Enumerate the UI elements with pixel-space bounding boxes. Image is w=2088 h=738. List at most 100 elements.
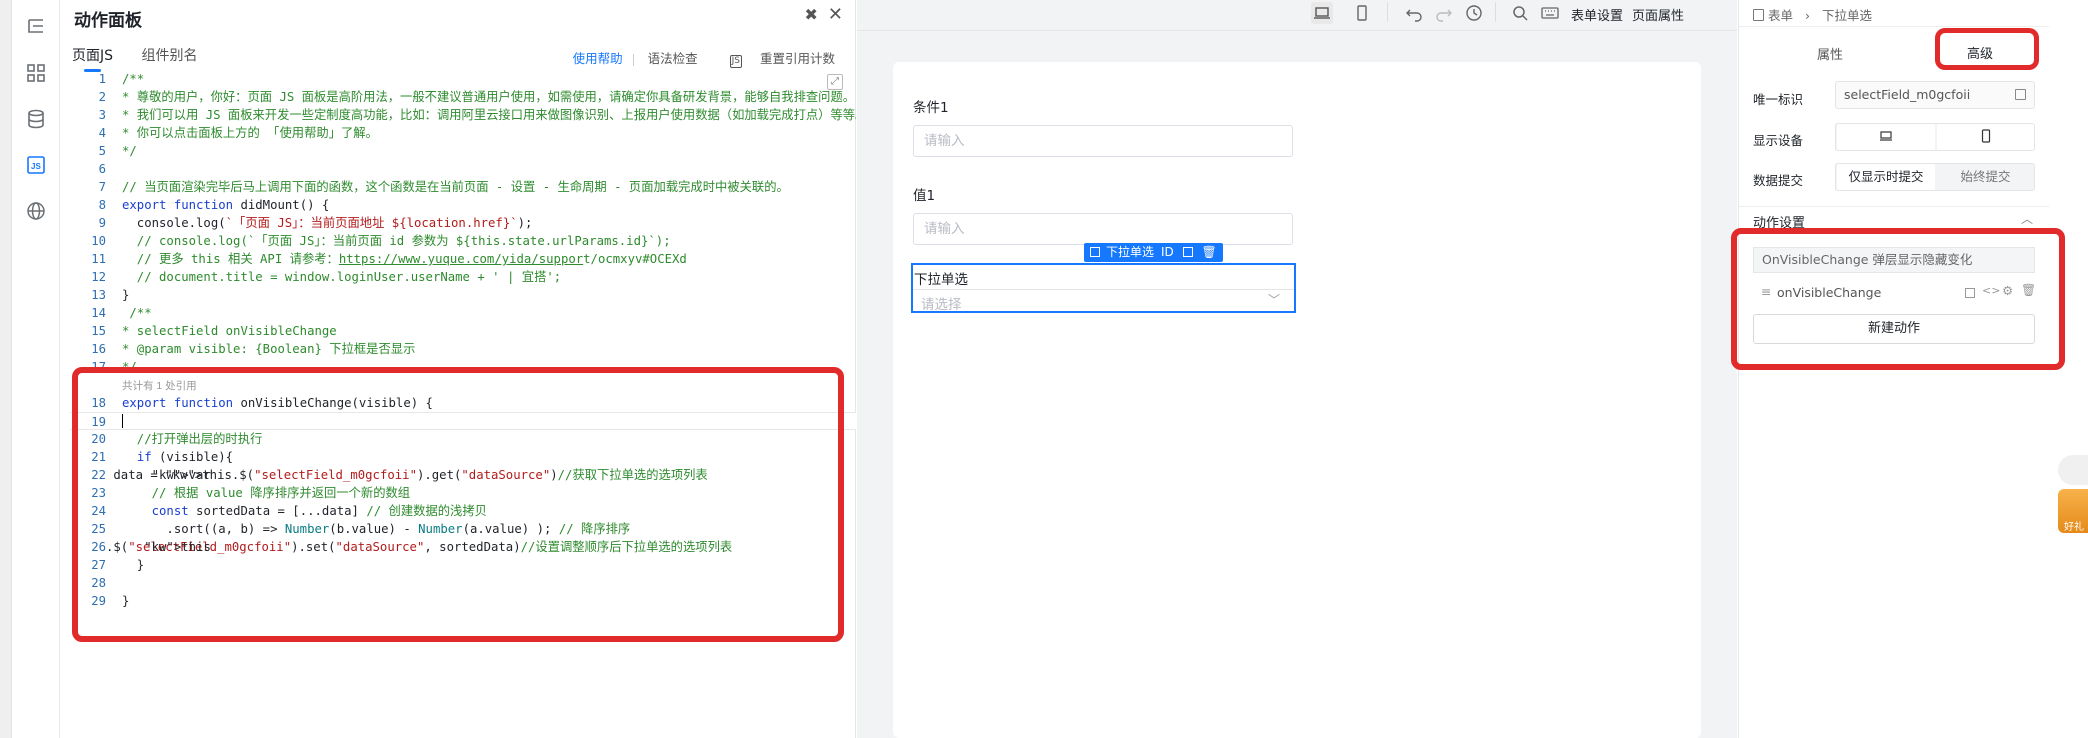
code-line[interactable]: 10 // console.log(`「页面 JS」：当前页面 id 参数为 $… <box>70 232 856 250</box>
copy-id-icon[interactable] <box>2015 89 2026 100</box>
history-icon[interactable] <box>1463 2 1485 28</box>
code-line[interactable]: 26 "kw">this .$("selectField_m0gcfoii").s… <box>70 538 856 556</box>
line-number: 9 <box>98 216 106 230</box>
new-action-button[interactable]: 新建动作 <box>1753 314 2035 344</box>
code-line[interactable]: 5 */ <box>70 142 856 160</box>
code-line[interactable]: 15 * selectField onVisibleChange <box>70 322 856 340</box>
code-line[interactable]: 17 */ <box>70 358 856 376</box>
syntax-check-link[interactable]: 语法检查 <box>648 51 698 66</box>
code-line[interactable]: 28 <box>70 574 856 592</box>
undo-icon[interactable] <box>1403 2 1425 28</box>
code-line[interactable]: 27 } <box>70 556 856 574</box>
code-line[interactable]: 1 /** <box>70 70 856 88</box>
handler-name[interactable]: onVisibleChange <box>1777 285 1881 300</box>
tab-page-js[interactable]: 页面JS <box>72 45 113 72</box>
close-icon[interactable]: ✕ <box>828 4 843 25</box>
code-line[interactable]: 23 // 根据 value 降序排序并返回一个新的数组 <box>70 484 856 502</box>
code-text: //打开弹出层的时执行 <box>122 432 263 446</box>
component-type-tag[interactable]: 下拉单选 <box>1084 243 1161 262</box>
breadcrumb-form[interactable]: 表单 <box>1768 8 1793 23</box>
help-link[interactable]: 使用帮助 <box>573 51 623 66</box>
field-label-value1: 值1 <box>913 188 936 204</box>
code-line[interactable]: 3 * 我们可以用 JS 面板来开发一些定制度高功能，比如：调用阿里云接口用来做图… <box>70 106 856 124</box>
code-line[interactable]: 2 * 尊敬的用户，你好：页面 JS 面板是高阶用法，一般不建议普通用户使用，如需… <box>70 88 856 106</box>
search-icon[interactable] <box>1509 2 1531 28</box>
outline-tree-icon[interactable] <box>25 16 47 38</box>
delete-handler-icon[interactable]: 🗑 <box>2021 283 2036 297</box>
value1-input[interactable]: 请输入 <box>913 213 1293 245</box>
code-text: // 根据 value 降序排序并返回一个新的数组 <box>122 486 411 500</box>
code-text: const sortedData = [...data] // 创建数据的浅拷贝 <box>151 504 487 518</box>
tab-properties[interactable]: 属性 <box>1817 44 1843 63</box>
divider <box>913 289 1294 290</box>
code-line[interactable]: 16 * @param visible: {Boolean} 下拉框是否显示 <box>70 340 856 358</box>
device-mobile-option[interactable] <box>1937 124 2034 150</box>
code-line[interactable]: 9 console.log(`「页面 JS」：当前页面地址 ${location… <box>70 214 856 232</box>
submit-when-visible-option[interactable]: 仅显示时提交 <box>1837 164 1935 190</box>
unique-id-field[interactable]: selectField_m0gcfoii <box>1835 81 2035 109</box>
condition1-input[interactable]: 请输入 <box>913 125 1293 157</box>
js-badge-icon: JS <box>729 55 742 68</box>
line-number: 3 <box>98 108 106 122</box>
tab-advanced[interactable]: 高级 <box>1932 34 2037 66</box>
action-panel: 动作面板 ✖ ✕ 页面JS 组件别名 使用帮助 语法检查 JS 重置引用计数 ⤢ 1… <box>60 0 856 738</box>
redo-icon[interactable] <box>1433 2 1455 28</box>
datasource-icon[interactable] <box>25 108 47 130</box>
divider <box>1739 206 2049 207</box>
select-field-selected[interactable]: 下拉单选 请选择 ﹀ <box>911 263 1296 313</box>
code-icon[interactable]: <> <box>1982 284 2000 297</box>
code-line[interactable]: 13} <box>70 286 856 304</box>
collapse-chevron-icon[interactable]: ︿ <box>2021 210 2033 227</box>
code-line[interactable]: 22 "kw">var data = "kw">this.$("selectFi… <box>70 466 856 484</box>
line-number: 4 <box>98 126 106 140</box>
copy-icon[interactable] <box>1182 247 1193 257</box>
code-line[interactable]: 4 * 你可以点击面板上方的 「使用帮助」了解。 <box>70 124 856 142</box>
settings-gear-icon[interactable]: ⚙ <box>2002 283 2013 298</box>
device-desktop-option[interactable] <box>1837 124 1935 150</box>
code-line[interactable]: 14 /** <box>70 304 856 322</box>
reference-count-hint[interactable]: 共计有 1 处引用 <box>70 376 856 394</box>
code-line[interactable]: 6 <box>70 160 856 178</box>
component-actions-tag[interactable]: ID 🗑 <box>1155 243 1223 262</box>
code-line[interactable]: 11 // 更多 this 相关 API 请参考：https://www.yuq… <box>70 250 856 268</box>
mobile-view-icon[interactable] <box>1351 2 1373 28</box>
code-line[interactable]: 12 // document.title = window.loginUser.… <box>70 268 856 286</box>
code-line[interactable]: 18 export function onVisibleChange(visibl… <box>70 394 856 412</box>
keyboard-icon[interactable] <box>1539 2 1561 28</box>
pin-icon[interactable]: ✖ <box>805 5 818 24</box>
form-settings-button[interactable]: 表单设置 <box>1571 5 1623 24</box>
desktop-view-icon[interactable] <box>1311 2 1333 24</box>
code-line[interactable]: 8 export function didMount() { <box>70 196 856 214</box>
code-text: } <box>122 288 130 302</box>
line-number: 7 <box>98 180 106 194</box>
line-number: 1 <box>98 72 106 86</box>
line-number: 10 <box>91 234 106 248</box>
breadcrumb: 表单 › 下拉单选 <box>1753 5 1872 24</box>
code-line[interactable]: 24 const sortedData = [...data] // 创建数据的… <box>70 502 856 520</box>
line-number: 12 <box>91 270 106 284</box>
code-line[interactable]: 21 if (visible){ <box>70 448 856 466</box>
line-number: 5 <box>98 144 106 158</box>
code-line[interactable]: 20 //打开弹出层的时执行 <box>70 430 856 448</box>
tab-component-alias[interactable]: 组件别名 <box>141 45 197 71</box>
code-editor[interactable]: 1 /** 2 * 尊敬的用户，你好：页面 JS 面板是高阶用法，一般不建议普通用户使… <box>70 70 856 630</box>
code-line[interactable]: 7 // 当页面渲染完毕后马上调用下面的函数，这个函数是在当前页面 - 设置 - … <box>70 178 856 196</box>
unique-id-value: selectField_m0gcfoii <box>1844 87 1971 102</box>
code-line[interactable]: 25 .sort((a, b) => Number(b.value) - Num… <box>70 520 856 538</box>
delete-icon[interactable]: 🗑 <box>1201 243 1216 262</box>
tab-advanced-label: 高级 <box>1967 47 1994 62</box>
panel-window-controls: ✖ ✕ <box>805 4 844 25</box>
drag-handle-icon[interactable]: ≡ <box>1761 284 1771 299</box>
code-line[interactable]: 29} <box>70 592 856 610</box>
page-properties-button[interactable]: 页面属性 <box>1632 5 1684 24</box>
components-grid-icon[interactable] <box>25 62 47 84</box>
promo-gift-widget[interactable]: 好礼 <box>2048 455 2088 545</box>
code-text: .sort((a, b) => Number(b.value) - Number… <box>122 522 631 536</box>
globe-icon[interactable] <box>25 200 47 222</box>
code-line[interactable]: 19 <box>70 412 856 430</box>
designer-area: 表单设置 页面属性 条件1 请输入 值1 请输入 下拉单选 ID 🗑 下拉单选 … <box>857 0 1737 738</box>
js-panel-icon[interactable]: JS <box>25 154 47 176</box>
reset-ref-count-link[interactable]: JS 重置引用计数 <box>716 51 835 68</box>
always-submit-option[interactable]: 始终提交 <box>1937 164 2034 190</box>
copy-handler-icon[interactable] <box>1965 288 1975 298</box>
